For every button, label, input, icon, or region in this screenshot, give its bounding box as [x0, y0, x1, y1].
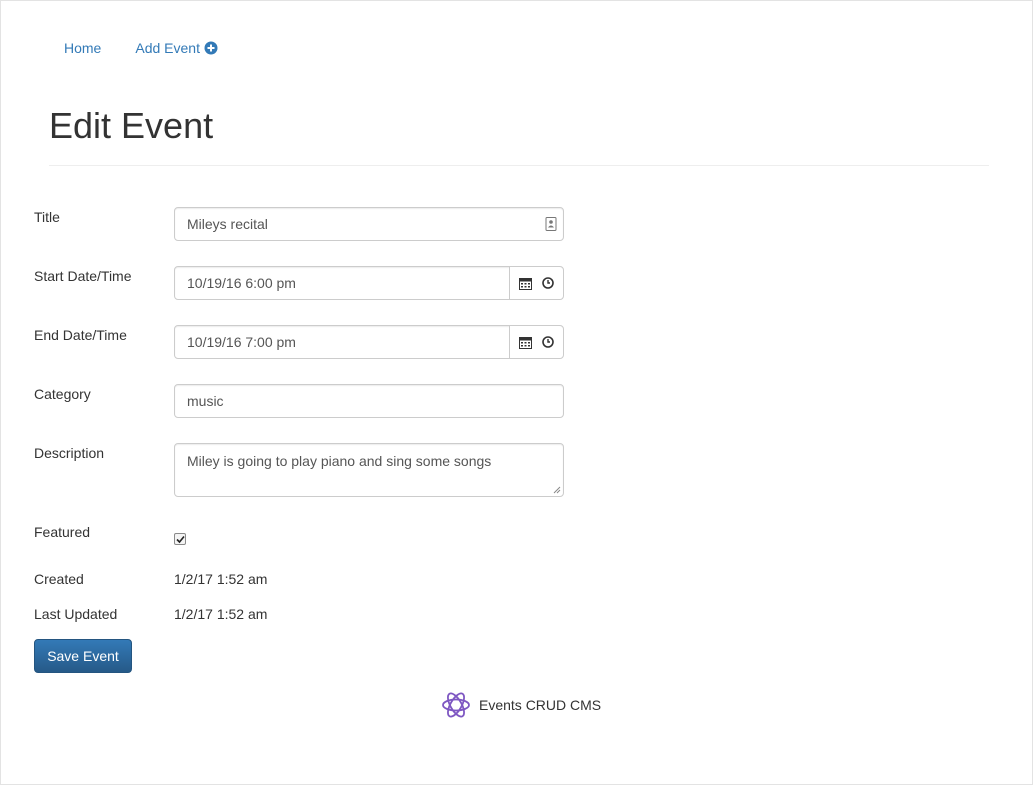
end-label: End Date/Time [34, 327, 127, 343]
category-label: Category [34, 386, 91, 402]
description-label: Description [34, 445, 105, 461]
footer-brand-label: Events CRUD CMS [479, 697, 602, 713]
resize-handle-icon[interactable] [553, 486, 561, 494]
featured-row: Featured [34, 522, 174, 542]
updated-label: Last Updated [34, 606, 118, 622]
created-label: Created [34, 571, 84, 587]
react-logo-icon [442, 692, 470, 718]
category-input[interactable] [175, 385, 563, 417]
nav-home-link[interactable]: Home [64, 38, 101, 58]
contact-card-icon [539, 217, 563, 231]
description-row: Description [34, 443, 174, 463]
featured-label: Featured [34, 524, 91, 540]
description-field-wrap: Miley is going to play piano and sing so… [174, 443, 564, 497]
category-row: Category [34, 384, 174, 404]
featured-checkbox[interactable] [174, 533, 186, 545]
calendar-icon[interactable] [519, 336, 532, 349]
end-row: End Date/Time [34, 325, 174, 345]
page-title: Edit Event [49, 105, 214, 146]
save-event-button[interactable]: Save Event [34, 639, 132, 673]
category-field-wrap [174, 384, 564, 418]
description-textarea[interactable]: Miley is going to play piano and sing so… [175, 444, 563, 496]
created-row: Created [34, 569, 174, 589]
title-row: Title [34, 207, 174, 227]
end-picker-addon [509, 326, 563, 358]
top-nav: Home Add Event [64, 38, 218, 58]
end-datetime-input[interactable] [175, 326, 509, 358]
end-field-wrap [174, 325, 564, 359]
clock-icon[interactable] [542, 336, 554, 348]
footer: Events CRUD CMS [441, 690, 601, 720]
created-value: 1/2/17 1:52 am [174, 571, 268, 587]
title-input[interactable] [175, 208, 539, 240]
checkmark-icon [175, 535, 185, 543]
title-divider [49, 165, 989, 166]
updated-row: Last Updated [34, 604, 174, 624]
plus-circle-icon [204, 41, 218, 55]
start-label: Start Date/Time [34, 268, 132, 284]
nav-add-event-link[interactable]: Add Event [135, 38, 218, 58]
title-label: Title [34, 209, 60, 225]
calendar-icon[interactable] [519, 277, 532, 290]
nav-add-event-label: Add Event [135, 40, 200, 56]
title-field-wrap [174, 207, 564, 241]
start-picker-addon [509, 267, 563, 299]
clock-icon[interactable] [542, 277, 554, 289]
start-row: Start Date/Time [34, 266, 174, 286]
start-datetime-input[interactable] [175, 267, 509, 299]
start-field-wrap [174, 266, 564, 300]
updated-value: 1/2/17 1:52 am [174, 606, 268, 622]
